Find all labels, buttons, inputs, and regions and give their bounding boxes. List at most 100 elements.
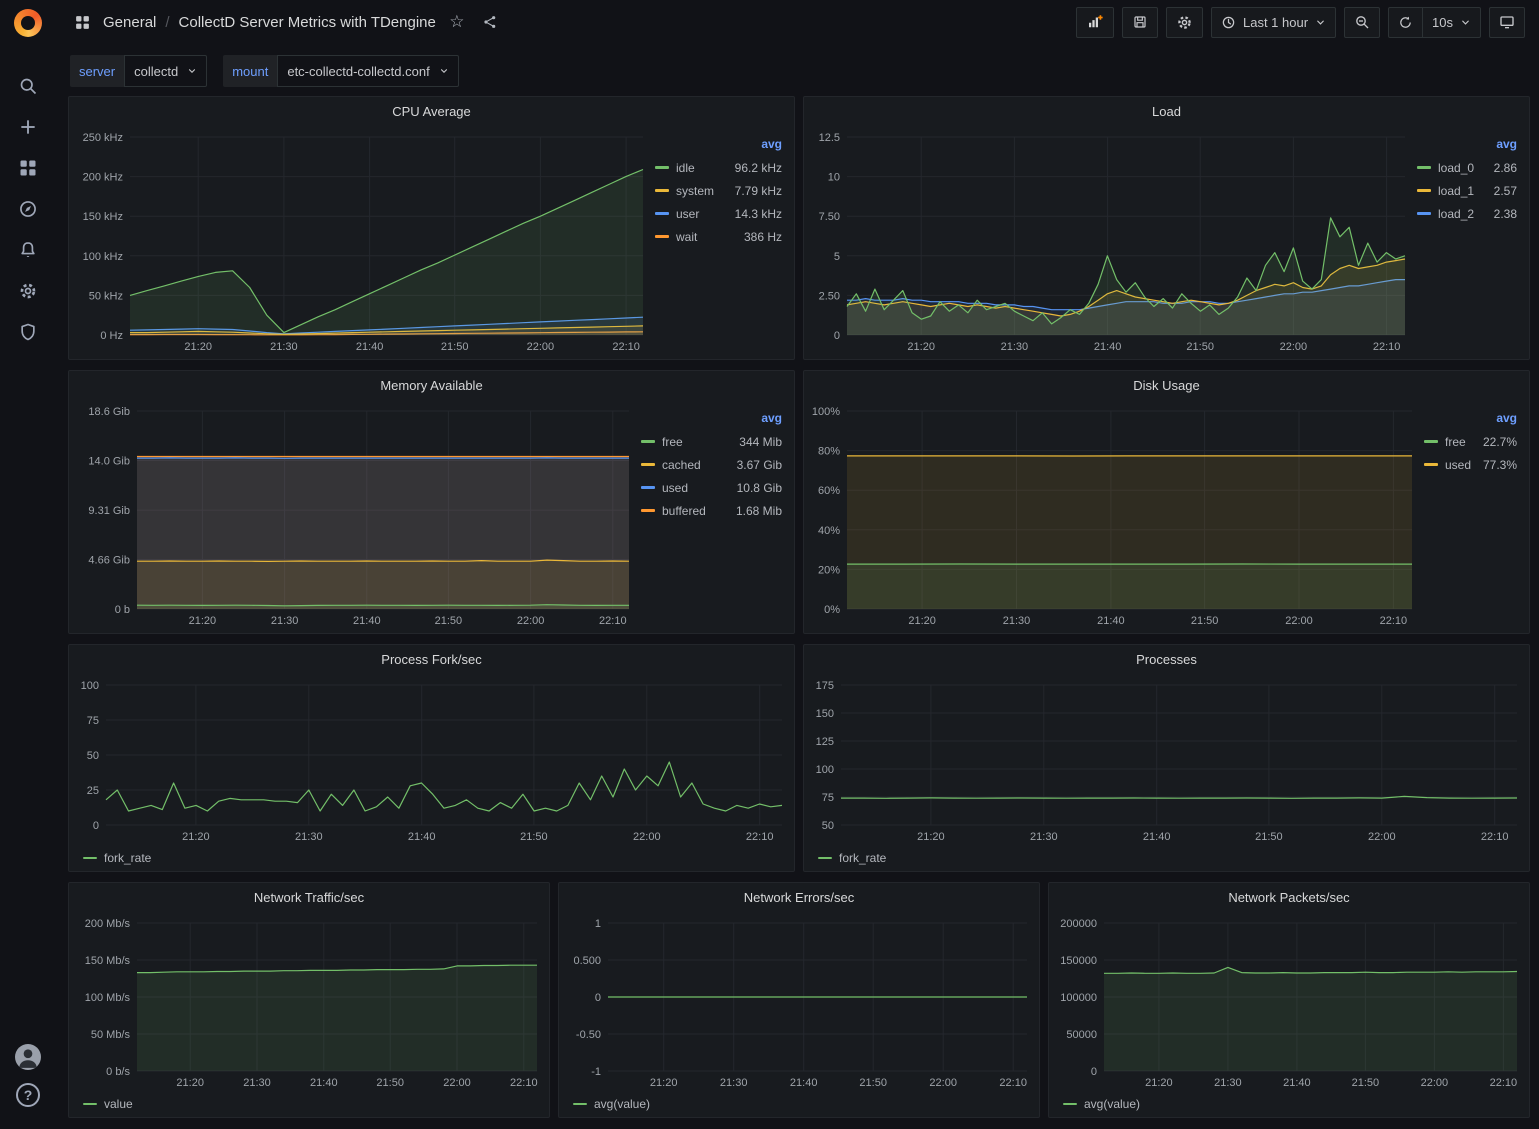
chart-svg: 21:2021:3021:4021:5022:0022:1002.5057.50… [808, 125, 1413, 357]
create-plus-icon[interactable] [17, 116, 39, 138]
dashboard-settings-button[interactable] [1166, 7, 1203, 38]
panel-title[interactable]: Network Traffic/sec [69, 883, 549, 911]
dashboards-icon[interactable] [17, 157, 39, 179]
refresh-interval-dropdown[interactable]: 10s [1423, 7, 1481, 38]
x-axis-label: 21:30 [1001, 341, 1029, 353]
variable-mount-picker[interactable]: etc-collectd-collectd.conf [277, 55, 458, 87]
chart-network-traffic-sec[interactable]: 21:2021:3021:4021:5022:0022:100 b/s50 Mb… [73, 911, 545, 1093]
x-axis-label: 22:00 [929, 1077, 957, 1089]
x-axis-label: 21:30 [270, 341, 298, 353]
y-axis-label: 0 b/s [106, 1066, 130, 1078]
legend-item-value[interactable]: value [83, 1093, 133, 1115]
panel-title[interactable]: Network Errors/sec [559, 883, 1039, 911]
y-axis-label: 150000 [1060, 955, 1097, 967]
variable-server-picker[interactable]: collectd [124, 55, 207, 87]
legend-item-wait[interactable]: wait386 Hz [655, 225, 784, 248]
series-name: used [662, 481, 688, 495]
chart-network-errors-sec[interactable]: 21:2021:3021:4021:5022:0022:1010.5000-0.… [563, 911, 1035, 1093]
y-axis-label: 18.6 Gib [88, 406, 130, 418]
legend: avgfree22.7%used77.3% [1420, 399, 1525, 631]
legend-item-fork-rate[interactable]: fork_rate [83, 847, 151, 869]
variable-server-label: server [70, 55, 124, 87]
legend-item-load-0[interactable]: load_02.86 [1417, 156, 1519, 179]
y-axis-label: 250 kHz [83, 132, 123, 144]
series-name: fork_rate [104, 851, 151, 865]
y-axis-label: -0.50 [576, 1029, 601, 1041]
legend-item-avg-value[interactable]: avg(value) [573, 1093, 650, 1115]
y-axis-label: 9.31 Gib [88, 505, 130, 517]
time-picker-button[interactable]: Last 1 hour [1211, 7, 1336, 38]
panel-title[interactable]: Load [804, 97, 1529, 125]
x-axis-label: 21:30 [720, 1077, 748, 1089]
chart-load[interactable]: 21:2021:3021:4021:5022:0022:1002.5057.50… [808, 125, 1413, 357]
legend-item-used[interactable]: used10.8 Gib [641, 476, 784, 499]
variable-server: server collectd [70, 55, 207, 87]
x-axis-label: 21:20 [907, 341, 935, 353]
x-axis-label: 22:10 [510, 1077, 538, 1089]
legend-item-load-1[interactable]: load_12.57 [1417, 179, 1519, 202]
tv-mode-button[interactable] [1489, 7, 1525, 38]
legend-item-system[interactable]: system7.79 kHz [655, 179, 784, 202]
chart-processes[interactable]: 21:2021:3021:4021:5022:0022:105075100125… [808, 673, 1525, 847]
panel-title[interactable]: Processes [804, 645, 1529, 673]
legend-item-fork-rate[interactable]: fork_rate [818, 847, 886, 869]
chart-disk-usage[interactable]: 21:2021:3021:4021:5022:0022:100%20%40%60… [808, 399, 1420, 631]
chart-network-packets-sec[interactable]: 21:2021:3021:4021:5022:0022:100500001000… [1053, 911, 1525, 1093]
grafana-logo-icon[interactable] [14, 9, 42, 37]
legend-header: avg [655, 137, 784, 151]
save-dashboard-button[interactable] [1122, 7, 1158, 38]
panel-title[interactable]: Network Packets/sec [1049, 883, 1529, 911]
panel-title[interactable]: Memory Available [69, 371, 794, 399]
panel-network-errors-sec: Network Errors/sec21:2021:3021:4021:5022… [558, 882, 1040, 1118]
series-name: system [676, 184, 714, 198]
series-color-swatch [655, 166, 669, 169]
alerting-bell-icon[interactable] [17, 239, 39, 261]
legend-item-avg-value[interactable]: avg(value) [1063, 1093, 1140, 1115]
user-avatar[interactable] [15, 1044, 41, 1070]
chart-svg: 21:2021:3021:4021:5022:0022:105075100125… [808, 673, 1525, 847]
panel-title[interactable]: Process Fork/sec [69, 645, 794, 673]
zoom-out-button[interactable] [1344, 7, 1380, 38]
y-axis-label: 0 Hz [100, 330, 123, 342]
dashboard-title[interactable]: CollectD Server Metrics with TDengine [179, 14, 436, 31]
x-axis-label: 21:50 [1255, 831, 1283, 843]
variable-mount-value: etc-collectd-collectd.conf [287, 64, 429, 79]
legend-item-cached[interactable]: cached3.67 Gib [641, 453, 784, 476]
x-axis-label: 21:30 [1214, 1077, 1242, 1089]
main-content: General / CollectD Server Metrics with T… [56, 0, 1539, 1126]
legend-item-load-2[interactable]: load_22.38 [1417, 202, 1519, 225]
panel-network-packets-sec: Network Packets/sec21:2021:3021:4021:502… [1048, 882, 1530, 1118]
chart-process-fork-sec[interactable]: 21:2021:3021:4021:5022:0022:100255075100 [73, 673, 790, 847]
legend-item-used[interactable]: used77.3% [1424, 453, 1519, 476]
configuration-gear-icon[interactable] [17, 280, 39, 302]
help-icon[interactable]: ? [16, 1083, 40, 1107]
explore-compass-icon[interactable] [17, 198, 39, 220]
series-name: free [1445, 435, 1466, 449]
series-color-swatch [1417, 189, 1431, 192]
panel-processes: Processes21:2021:3021:4021:5022:0022:105… [803, 644, 1530, 872]
panel-cpu-average: CPU Average21:2021:3021:4021:5022:0022:1… [68, 96, 795, 360]
legend-item-free[interactable]: free22.7% [1424, 430, 1519, 453]
series-avg-value: 14.3 kHz [735, 207, 784, 221]
panel-title[interactable]: Disk Usage [804, 371, 1529, 399]
legend-item-user[interactable]: user14.3 kHz [655, 202, 784, 225]
breadcrumb-section[interactable]: General [103, 14, 156, 31]
y-axis-label: 14.0 Gib [88, 456, 130, 468]
legend-item-idle[interactable]: idle96.2 kHz [655, 156, 784, 179]
legend-item-free[interactable]: free344 Mib [641, 430, 784, 453]
star-icon[interactable]: ☆ [445, 10, 469, 34]
admin-shield-icon[interactable] [17, 321, 39, 343]
search-icon[interactable] [17, 75, 39, 97]
panel-title[interactable]: CPU Average [69, 97, 794, 125]
x-axis-label: 22:00 [517, 615, 545, 627]
chart-memory-available[interactable]: 21:2021:3021:4021:5022:0022:100 b4.66 Gi… [73, 399, 637, 631]
legend-item-buffered[interactable]: buffered1.68 Mib [641, 499, 784, 522]
y-axis-label: 75 [822, 792, 834, 804]
x-axis-label: 21:50 [435, 615, 463, 627]
x-axis-label: 21:30 [1030, 831, 1058, 843]
refresh-button[interactable] [1388, 7, 1423, 38]
add-panel-button[interactable] [1076, 7, 1114, 38]
share-icon[interactable] [478, 10, 502, 34]
chart-cpu-average[interactable]: 21:2021:3021:4021:5022:0022:100 Hz50 kHz… [73, 125, 651, 357]
y-axis-label: 0 [595, 992, 601, 1004]
